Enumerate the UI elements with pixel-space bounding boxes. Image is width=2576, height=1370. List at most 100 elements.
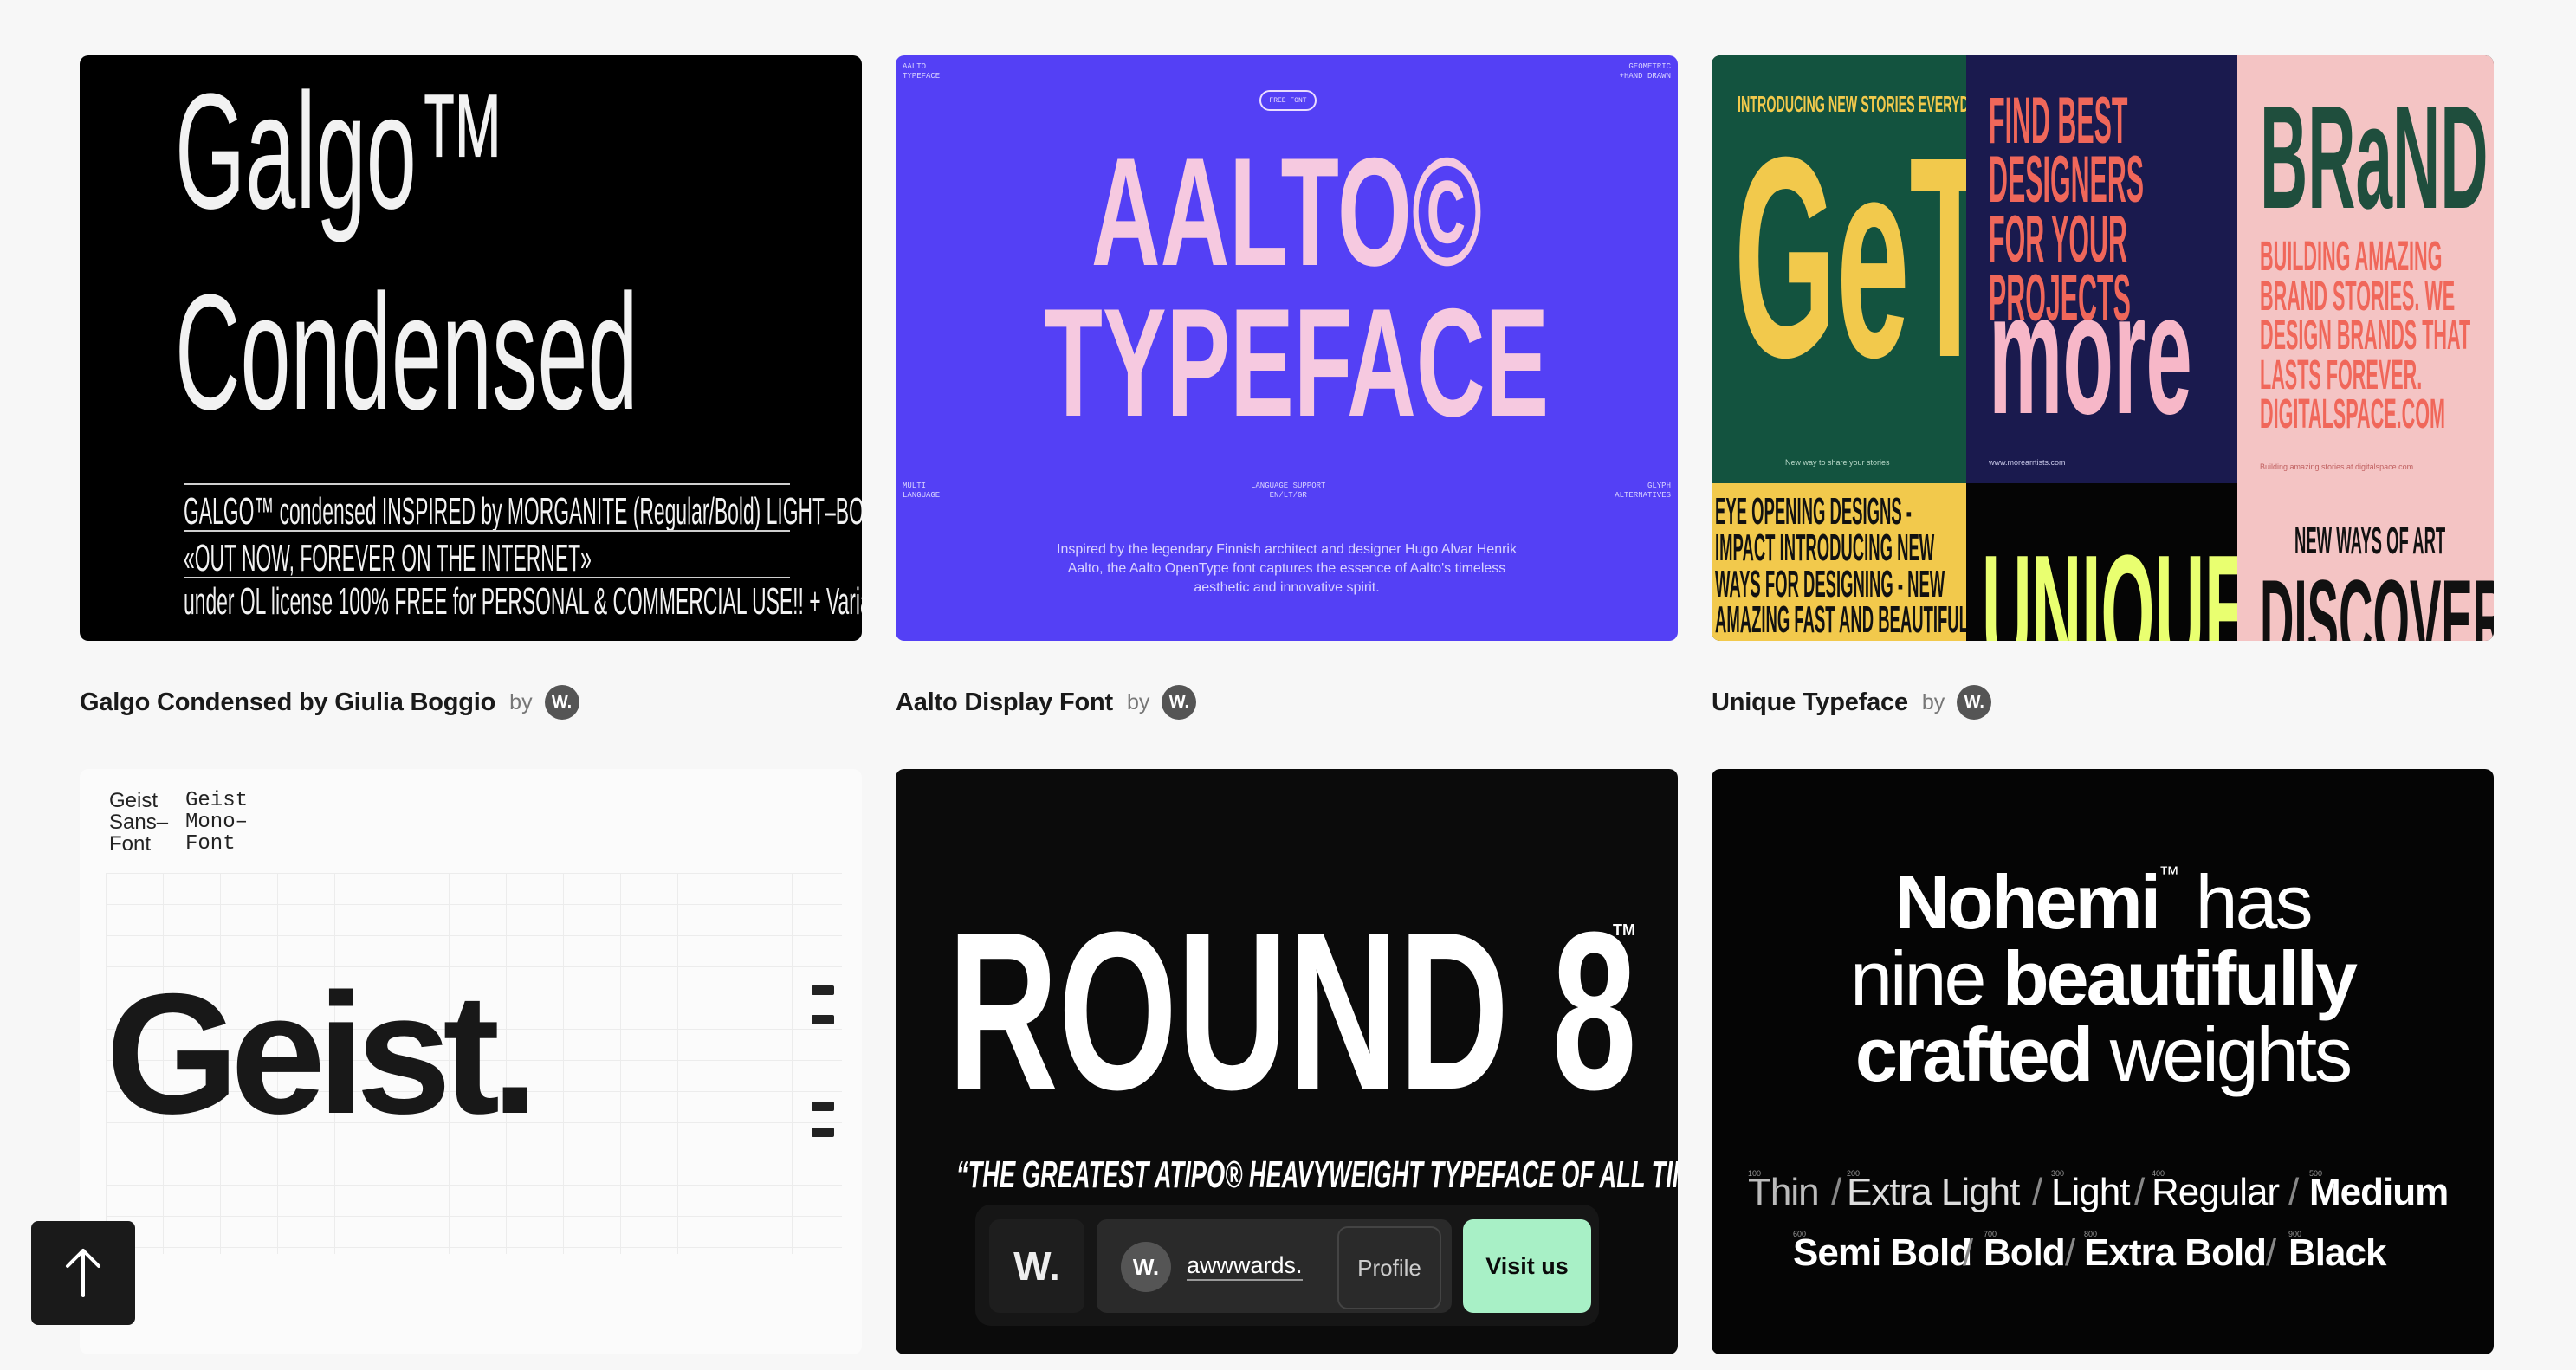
thumbnail-geist[interactable]: Geist Sans– Font Geist Mono– Font Geist.: [80, 769, 862, 1354]
card-title[interactable]: Unique Typeface: [1712, 688, 1908, 717]
weight-thin: Thin: [1748, 1171, 1820, 1213]
by-label: by: [1921, 689, 1945, 714]
nohemi-weights: weights: [2091, 1011, 2353, 1097]
nohemi-line3: crafted weights: [1712, 1017, 2494, 1093]
thumbnail-galgo[interactable]: Galgo™ Condensed GALGO™ condensed INSPIR…: [80, 55, 862, 641]
aalto-title-line1: AALTO©: [1091, 126, 1483, 298]
panel-more: FIND BEST DESIGNERS FOR YOUR PROJECTS mo…: [1966, 55, 2237, 483]
card-galgo[interactable]: Galgo™ Condensed GALGO™ condensed INSPIR…: [80, 55, 862, 720]
author-avatar[interactable]: W.: [1957, 685, 1992, 720]
nohemi-line2: nine beautifully: [1712, 940, 2494, 1017]
author-avatar[interactable]: W.: [544, 685, 579, 720]
panel-unique-big: UNIQUE: [1982, 521, 2237, 641]
panel-unique: UNIQUE: [1966, 483, 2237, 641]
nohemi-has: has: [2177, 859, 2314, 945]
separator: /: [1963, 1231, 1973, 1274]
panel-more-big: more: [1989, 257, 2192, 450]
panel-brand: BRaND BUILDING AMAZING BRAND STORIES. WE…: [2237, 55, 2494, 483]
panel-get: INTRODUCING NEW STORIES EVERYDAY GeT New…: [1712, 55, 1966, 483]
by-label: by: [1126, 689, 1150, 714]
nohemi-beautifully: beautifully: [2002, 935, 2358, 1021]
profile-button[interactable]: Profile: [1337, 1226, 1441, 1309]
awwwards-avatar[interactable]: W.: [1121, 1242, 1171, 1292]
panel-more-small: www.morearrtists.com: [1989, 458, 2066, 467]
weight-bold: Bold: [1984, 1231, 2066, 1274]
nohemi-nine: nine: [1850, 935, 2003, 1021]
geist-sans-label: Geist Sans– Font: [109, 789, 169, 856]
awwwards-name-link[interactable]: awwwards.: [1187, 1252, 1303, 1281]
weight-medium: Medium: [2309, 1171, 2449, 1213]
thumbnail-nohemi[interactable]: Nohemi™ has nine beautifully crafted wei…: [1712, 769, 2494, 1354]
panel-brand-mid: BUILDING AMAZING BRAND STORIES. WE DESIG…: [2260, 234, 2471, 438]
nohemi-crafted: crafted: [1854, 1011, 2094, 1097]
awwwards-logo[interactable]: W.: [989, 1219, 1084, 1313]
aalto-corner-tr: GEOMETRIC +HAND DRAWN: [1619, 62, 1671, 81]
galgo-title-line2: Condensed: [175, 261, 638, 444]
trademark: ™: [2159, 863, 2179, 886]
galgo-row1: GALGO™ condensed INSPIRED by MORGANITE (…: [184, 490, 862, 533]
panel-discover-top: NEW WAYS OF ART: [2294, 520, 2446, 562]
author-avatar[interactable]: W.: [1162, 685, 1197, 720]
weight-semi-bold: Semi Bold: [1793, 1231, 1972, 1274]
metric-marker: [812, 985, 834, 995]
thumbnail-unique[interactable]: INTRODUCING NEW STORIES EVERYDAY GeT New…: [1712, 55, 2494, 641]
panel-get-big: GeT: [1734, 97, 1966, 417]
card-caption: Aalto Display Font by W.: [896, 681, 1197, 724]
nohemi-line1: Nohemi™ has: [1712, 864, 2494, 940]
weight-light: Light: [2051, 1171, 2130, 1213]
panel-discover-big: DISCOVER: [2260, 556, 2494, 641]
geist-mono-label: Geist Mono– Font: [185, 789, 249, 856]
nohemi-name: Nohemi: [1894, 859, 2161, 945]
by-label: by: [509, 689, 533, 714]
panel-brand-big: BRaND: [2260, 75, 2489, 240]
aalto-bottom-right: GLYPH ALTERNATIVES: [1615, 481, 1671, 500]
visit-us-button[interactable]: Visit us: [1463, 1219, 1591, 1313]
aalto-corner-tl: AALTO TYPEFACE: [903, 62, 941, 81]
arrow-up-icon: [66, 1249, 100, 1297]
divider: [184, 577, 790, 578]
separator: /: [2134, 1171, 2145, 1213]
aalto-bottom-left: MULTI LANGUAGE: [903, 481, 941, 500]
galgo-row2: «OUT NOW, FOREVER ON THE INTERNET»: [184, 537, 592, 579]
divider: [184, 530, 790, 532]
card-unique[interactable]: INTRODUCING NEW STORIES EVERYDAY GeT New…: [1712, 55, 2494, 720]
thumbnail-aalto[interactable]: AALTO TYPEFACE GEOMETRIC +HAND DRAWN FRE…: [896, 55, 1678, 641]
thumbnail-round8[interactable]: ROUND 8 TM “THE GREATEST ATIPO® HEAVYWEI…: [896, 769, 1678, 1354]
panel-discover: NEW WAYS OF ART DISCOVER: [2237, 483, 2494, 641]
panel-eye: EYE OPENING DESIGNS - IMPACT INTRODUCING…: [1712, 483, 1966, 641]
weight-regular: Regular: [2152, 1171, 2280, 1213]
card-nohemi[interactable]: Nohemi™ has nine beautifully crafted wei…: [1712, 769, 2494, 1354]
separator: /: [2032, 1171, 2042, 1213]
panel-get-small: New way to share your stories: [1785, 458, 1890, 467]
metric-marker: [812, 1015, 834, 1024]
panel-eye-text: EYE OPENING DESIGNS - IMPACT INTRODUCING…: [1715, 490, 1966, 641]
galgo-title-line1: Galgo™: [175, 60, 508, 243]
weight-extra-bold: Extra Bold: [2084, 1231, 2267, 1274]
separator: /: [2266, 1231, 2276, 1274]
weight-extra-light: Extra Light: [1847, 1171, 2020, 1213]
card-round8[interactable]: ROUND 8 TM “THE GREATEST ATIPO® HEAVYWEI…: [896, 769, 1678, 1354]
card-caption: Unique Typeface by W.: [1712, 681, 1992, 724]
panel-brand-small: Building amazing stories at digitalspace…: [2260, 462, 2414, 471]
weight-black: Black: [2288, 1231, 2386, 1274]
divider: [184, 483, 790, 485]
card-title[interactable]: Aalto Display Font: [896, 688, 1113, 717]
round8-tagline: “THE GREATEST ATIPO® HEAVYWEIGHT TYPEFAC…: [956, 1154, 1678, 1196]
card-aalto[interactable]: AALTO TYPEFACE GEOMETRIC +HAND DRAWN FRE…: [896, 55, 1678, 720]
back-to-top-button[interactable]: [31, 1221, 135, 1325]
card-geist[interactable]: Geist Sans– Font Geist Mono– Font Geist.: [80, 769, 862, 1354]
card-caption: Galgo Condensed by Giulia Boggio by W.: [80, 681, 579, 724]
round8-title: ROUND 8: [948, 886, 1637, 1137]
free-font-badge: FREE FONT: [1259, 90, 1317, 111]
card-title[interactable]: Galgo Condensed by Giulia Boggio: [80, 688, 495, 717]
trademark: TM: [1613, 921, 1635, 939]
separator: /: [2065, 1231, 2075, 1274]
aalto-description: Inspired by the legendary Finnish archit…: [1057, 542, 1517, 595]
geist-wordmark: Geist.: [106, 958, 539, 1149]
metric-marker: [812, 1128, 834, 1137]
separator: /: [2288, 1171, 2299, 1213]
aalto-bottom-center: LANGUAGE SUPPORT EN/LT/GR: [1251, 481, 1326, 500]
galgo-row3: under OL license 100% FREE for PERSONAL …: [184, 580, 862, 623]
separator: /: [1831, 1171, 1841, 1213]
aalto-title-line2: TYPEFACE: [1044, 276, 1550, 449]
